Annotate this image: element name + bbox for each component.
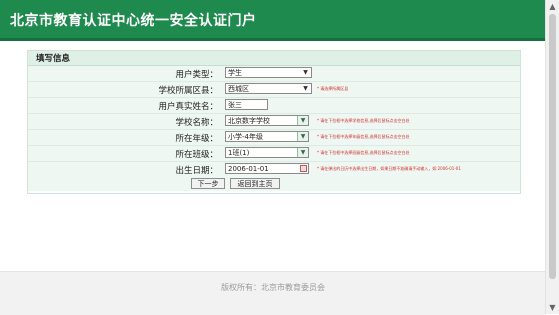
school-value: 北京数字学校 bbox=[228, 117, 270, 125]
row-district: 学校所属区县： 西城区 ▼ * 请选择所属区县 bbox=[28, 82, 520, 98]
site-title: 北京市教育认证中心统一安全认证门户 bbox=[10, 13, 257, 29]
birthday-label: 出生日期： bbox=[175, 166, 218, 176]
district-label: 学校所属区县： bbox=[158, 86, 218, 96]
vertical-scrollbar[interactable]: ▲ ▼ bbox=[545, 0, 559, 314]
real-name-label: 用户真实姓名： bbox=[158, 102, 218, 112]
panel-title: 填写信息 bbox=[36, 54, 71, 64]
row-grade: 所在年级： 小学-4年级 ▼ * 请在下拉框中选择年级信息,选择后鼠标点击空白处 bbox=[28, 130, 520, 146]
chevron-down-icon: ▼ bbox=[303, 85, 308, 92]
back-home-button[interactable]: 返回到主页 bbox=[230, 178, 280, 189]
real-name-input[interactable]: 张三 bbox=[225, 99, 268, 110]
chevron-down-icon[interactable]: ▼ bbox=[297, 148, 308, 157]
site-header: 北京市教育认证中心统一安全认证门户 bbox=[0, 0, 546, 41]
birthday-value: 2006-01-01 bbox=[228, 165, 269, 173]
user-type-label: 用户类型： bbox=[175, 70, 218, 80]
chevron-down-icon[interactable]: ▼ bbox=[546, 301, 559, 314]
birthday-hint: * 请在弹出的日历中选择出生日期，如果日期不准确请手动输入，如:2006-01-… bbox=[317, 166, 461, 171]
district-value: 西城区 bbox=[228, 85, 249, 93]
row-school: 学校名称： 北京数字学校 ▼ * 请在下拉框中选择学校信息,选择后鼠标点击空白处 bbox=[28, 114, 520, 130]
class-value: 1班(1) bbox=[228, 149, 250, 157]
chevron-down-icon[interactable]: ▼ bbox=[297, 132, 308, 141]
grade-hint: * 请在下拉框中选择年级信息,选择后鼠标点击空白处 bbox=[317, 134, 410, 139]
district-select[interactable]: 西城区 ▼ bbox=[225, 83, 312, 94]
row-class: 所在班级： 1班(1) ▼ * 请在下拉框中选择班级信息,选择后鼠标点击空白处 bbox=[28, 146, 520, 162]
grade-combobox[interactable]: 小学-4年级 ▼ bbox=[225, 131, 309, 142]
birthday-input[interactable]: 2006-01-01 bbox=[225, 163, 309, 174]
copyright-text: 版权所有：北京市教育委员会 bbox=[221, 283, 325, 292]
user-type-value: 学生 bbox=[228, 69, 242, 77]
chevron-up-icon[interactable]: ▲ bbox=[546, 0, 559, 13]
next-step-button[interactable]: 下一步 bbox=[191, 178, 225, 189]
chevron-down-icon[interactable]: ▼ bbox=[297, 116, 308, 125]
site-footer: 版权所有：北京市教育委员会 bbox=[0, 271, 546, 315]
school-hint: * 请在下拉框中选择学校信息,选择后鼠标点击空白处 bbox=[317, 118, 410, 123]
grade-value: 小学-4年级 bbox=[228, 133, 263, 141]
row-real-name: 用户真实姓名： 张三 bbox=[28, 98, 520, 114]
school-combobox[interactable]: 北京数字学校 ▼ bbox=[225, 115, 309, 126]
class-combobox[interactable]: 1班(1) ▼ bbox=[225, 147, 309, 158]
row-user-type: 用户类型： 学生 ▼ bbox=[28, 66, 520, 82]
calendar-icon[interactable] bbox=[300, 165, 307, 172]
school-label: 学校名称： bbox=[175, 118, 218, 128]
scrollbar-thumb[interactable] bbox=[549, 14, 556, 279]
button-row: 下一步 返回到主页 bbox=[28, 177, 520, 191]
class-hint: * 请在下拉框中选择班级信息,选择后鼠标点击空白处 bbox=[317, 150, 410, 155]
info-form-panel: 填写信息 用户类型： 学生 ▼ 学校所属区县： 西城区 ▼ * 请选择所属区县 … bbox=[27, 50, 521, 194]
district-hint: * 请选择所属区县 bbox=[317, 86, 349, 91]
grade-label: 所在年级： bbox=[175, 134, 218, 144]
chevron-down-icon: ▼ bbox=[303, 69, 308, 76]
row-birthday: 出生日期： 2006-01-01 * 请在弹出的日历中选择出生日期，如果日期不准… bbox=[28, 162, 520, 178]
class-label: 所在班级： bbox=[175, 150, 218, 160]
user-type-select[interactable]: 学生 ▼ bbox=[225, 67, 312, 78]
panel-title-bar: 填写信息 bbox=[28, 51, 520, 66]
